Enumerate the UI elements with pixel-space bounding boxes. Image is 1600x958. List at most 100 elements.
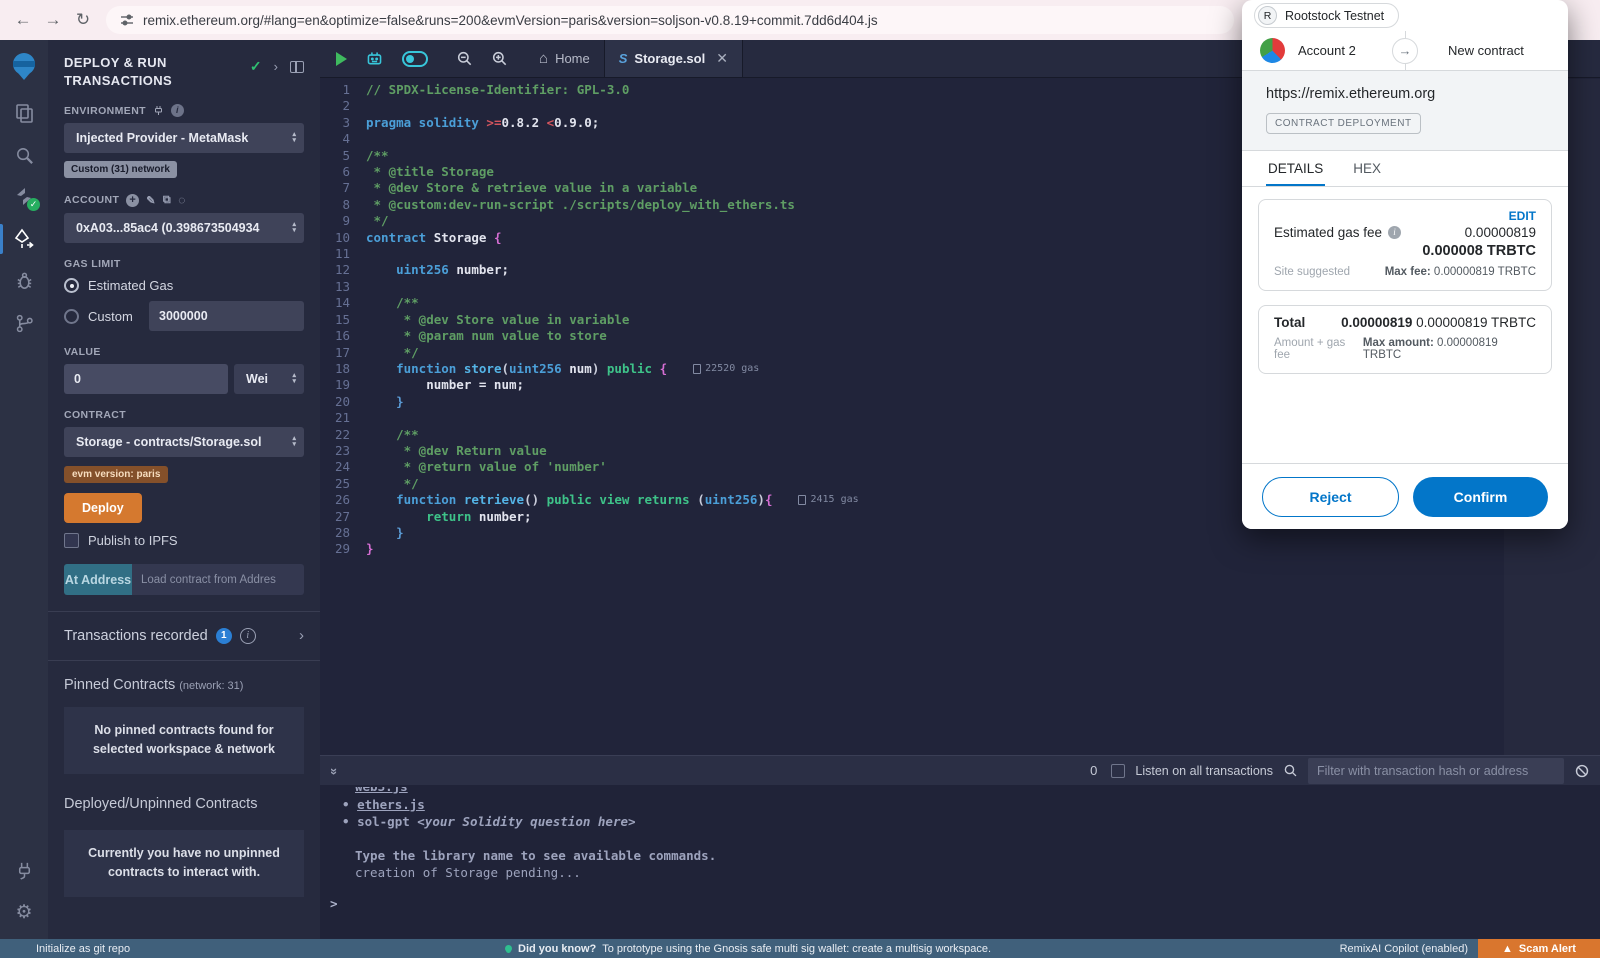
run-script-icon[interactable] bbox=[320, 40, 356, 77]
account-select[interactable]: 0xA03...85ac4 (0.398673504934 ▴▾ bbox=[64, 213, 304, 243]
clear-filter-icon[interactable] bbox=[1574, 763, 1590, 779]
recipient-label: New contract bbox=[1448, 43, 1524, 58]
total-value-bold: 0.00000819 bbox=[1341, 315, 1412, 330]
transaction-count: 0 bbox=[1090, 763, 1097, 778]
deploy-and-run-icon[interactable] bbox=[0, 218, 48, 260]
ai-copilot-robot-icon[interactable] bbox=[356, 40, 393, 77]
transactions-recorded-row[interactable]: Transactions recorded 1 i › bbox=[64, 627, 304, 644]
icon-rail: ✓ ⚙ bbox=[0, 40, 48, 939]
reload-icon[interactable]: ↻ bbox=[68, 10, 98, 30]
panel-layout-icon[interactable] bbox=[290, 61, 304, 73]
pinned-contracts-title: Pinned Contracts (network: 31) bbox=[64, 677, 304, 693]
origin-section: https://remix.ethereum.org CONTRACT DEPL… bbox=[1242, 71, 1568, 151]
unpinned-contracts-title: Deployed/Unpinned Contracts bbox=[64, 796, 304, 812]
transfer-arrow-icon: → bbox=[1392, 38, 1418, 64]
url-bar[interactable]: remix.ethereum.org/#lang=en&optimize=fal… bbox=[106, 6, 1234, 34]
origin-url: https://remix.ethereum.org bbox=[1266, 86, 1544, 102]
network-name: Rootstock Testnet bbox=[1285, 9, 1384, 23]
settings-gear-icon[interactable]: ⚙ bbox=[0, 891, 48, 933]
tab-details[interactable]: DETAILS bbox=[1266, 151, 1325, 186]
metamask-popup: R Rootstock Testnet Account 2 → New cont… bbox=[1242, 0, 1568, 529]
git-icon[interactable] bbox=[0, 302, 48, 344]
lightbulb-icon bbox=[505, 945, 512, 952]
file-explorer-icon[interactable] bbox=[0, 92, 48, 134]
transactions-expand-icon[interactable]: › bbox=[299, 627, 304, 644]
back-icon[interactable]: ← bbox=[8, 10, 38, 30]
close-tab-icon[interactable]: ✕ bbox=[716, 50, 728, 67]
plugin-connect-icon[interactable] bbox=[0, 849, 48, 891]
total-label: Total bbox=[1274, 315, 1305, 330]
did-you-know-text: To prototype using the Gnosis safe multi… bbox=[602, 943, 991, 955]
tune-icon[interactable] bbox=[120, 13, 134, 27]
sign-message-icon[interactable]: ✎ bbox=[146, 194, 156, 207]
custom-gas-option[interactable]: Custom bbox=[64, 301, 304, 331]
add-account-icon[interactable]: + bbox=[126, 194, 139, 207]
gas-fee-label: Estimated gas fee bbox=[1274, 225, 1382, 240]
listen-all-label: Listen on all transactions bbox=[1135, 764, 1273, 778]
network-pill[interactable]: R Rootstock Testnet bbox=[1254, 3, 1399, 28]
publish-ipfs-option[interactable]: Publish to IPFS bbox=[64, 533, 304, 548]
estimated-gas-radio[interactable] bbox=[64, 278, 79, 293]
terminal-filter-input[interactable] bbox=[1308, 758, 1564, 784]
terminal-prompt[interactable]: > bbox=[330, 895, 338, 912]
environment-select[interactable]: Injected Provider - MetaMask ▴▾ bbox=[64, 123, 304, 153]
copilot-status[interactable]: RemixAI Copilot (enabled) bbox=[1340, 943, 1468, 955]
amount-gas-label: Amount + gas fee bbox=[1274, 337, 1363, 361]
listen-all-checkbox[interactable] bbox=[1111, 764, 1125, 778]
value-unit-select[interactable]: Wei ▴▾ bbox=[234, 364, 304, 394]
value-input[interactable] bbox=[64, 364, 228, 394]
zoom-in-icon[interactable] bbox=[482, 40, 517, 77]
stepper-icon: ▴▾ bbox=[292, 222, 296, 234]
home-icon: ⌂ bbox=[539, 50, 548, 67]
terminal-collapse-icon[interactable]: » bbox=[327, 768, 342, 773]
pending-spinner-icon: ◌ bbox=[178, 193, 186, 207]
tab-hex[interactable]: HEX bbox=[1351, 151, 1383, 186]
deploy-button[interactable]: Deploy bbox=[64, 493, 142, 523]
status-bar: Initialize as git repo Did you know? To … bbox=[0, 939, 1600, 958]
panel-title: DEPLOY & RUN TRANSACTIONS bbox=[64, 54, 214, 89]
total-value: 0.00000819 TRBTC bbox=[1416, 315, 1536, 330]
debugger-icon[interactable] bbox=[0, 260, 48, 302]
copilot-toggle-icon[interactable] bbox=[393, 40, 437, 77]
terminal-output[interactable]: web3.js • ethers.js • sol-gpt <your Soli… bbox=[320, 785, 1600, 938]
publish-ipfs-checkbox[interactable] bbox=[64, 533, 79, 548]
transactions-info-icon[interactable]: i bbox=[240, 628, 256, 644]
forward-icon[interactable]: → bbox=[38, 10, 68, 30]
ethers-link[interactable]: ethers.js bbox=[357, 797, 425, 812]
from-account-name: Account 2 bbox=[1298, 43, 1356, 58]
reject-button[interactable]: Reject bbox=[1262, 477, 1399, 517]
edit-gas-link[interactable]: EDIT bbox=[1274, 209, 1536, 223]
tab-storage-sol[interactable]: S Storage.sol ✕ bbox=[604, 40, 743, 77]
solidity-compiler-icon[interactable]: ✓ bbox=[0, 176, 48, 218]
gas-fee-value: 0.00000819 bbox=[1422, 225, 1536, 240]
stepper-icon: ▴▾ bbox=[292, 132, 296, 144]
at-address-input[interactable] bbox=[132, 564, 304, 595]
search-icon[interactable] bbox=[0, 134, 48, 176]
max-fee-label: Max fee: bbox=[1385, 266, 1431, 278]
environment-info-icon[interactable]: i bbox=[171, 104, 184, 117]
metamask-footer: Reject Confirm bbox=[1242, 463, 1568, 529]
plug-icon[interactable] bbox=[153, 105, 164, 116]
custom-gas-radio[interactable] bbox=[64, 309, 79, 324]
gas-estimate-chip: 22520 gas bbox=[693, 361, 759, 377]
confirm-button[interactable]: Confirm bbox=[1413, 477, 1548, 517]
copy-account-icon[interactable]: ⧉ bbox=[163, 194, 171, 207]
custom-gas-input[interactable] bbox=[149, 301, 304, 331]
scam-alert-button[interactable]: ▲ Scam Alert bbox=[1478, 939, 1600, 958]
terminal-search-icon[interactable] bbox=[1283, 763, 1298, 778]
tab-home[interactable]: ⌂ Home bbox=[525, 40, 604, 77]
at-address-button[interactable]: At Address bbox=[64, 564, 132, 595]
rootstock-network-icon: R bbox=[1258, 6, 1277, 25]
zoom-out-icon[interactable] bbox=[447, 40, 482, 77]
git-init-status[interactable]: Initialize as git repo bbox=[36, 943, 130, 955]
remix-logo[interactable] bbox=[0, 40, 48, 92]
metamask-tabs: DETAILS HEX bbox=[1242, 151, 1568, 187]
fuel-pump-icon bbox=[798, 495, 806, 505]
transactions-count-badge: 1 bbox=[216, 628, 232, 644]
panel-chevron-icon[interactable]: › bbox=[274, 59, 278, 74]
contract-select[interactable]: Storage - contracts/Storage.sol ▴▾ bbox=[64, 427, 304, 457]
value-label: VALUE bbox=[64, 346, 101, 358]
gas-info-icon[interactable]: i bbox=[1388, 226, 1401, 239]
estimated-gas-option[interactable]: Estimated Gas bbox=[64, 278, 304, 293]
account-avatar bbox=[1260, 38, 1285, 63]
